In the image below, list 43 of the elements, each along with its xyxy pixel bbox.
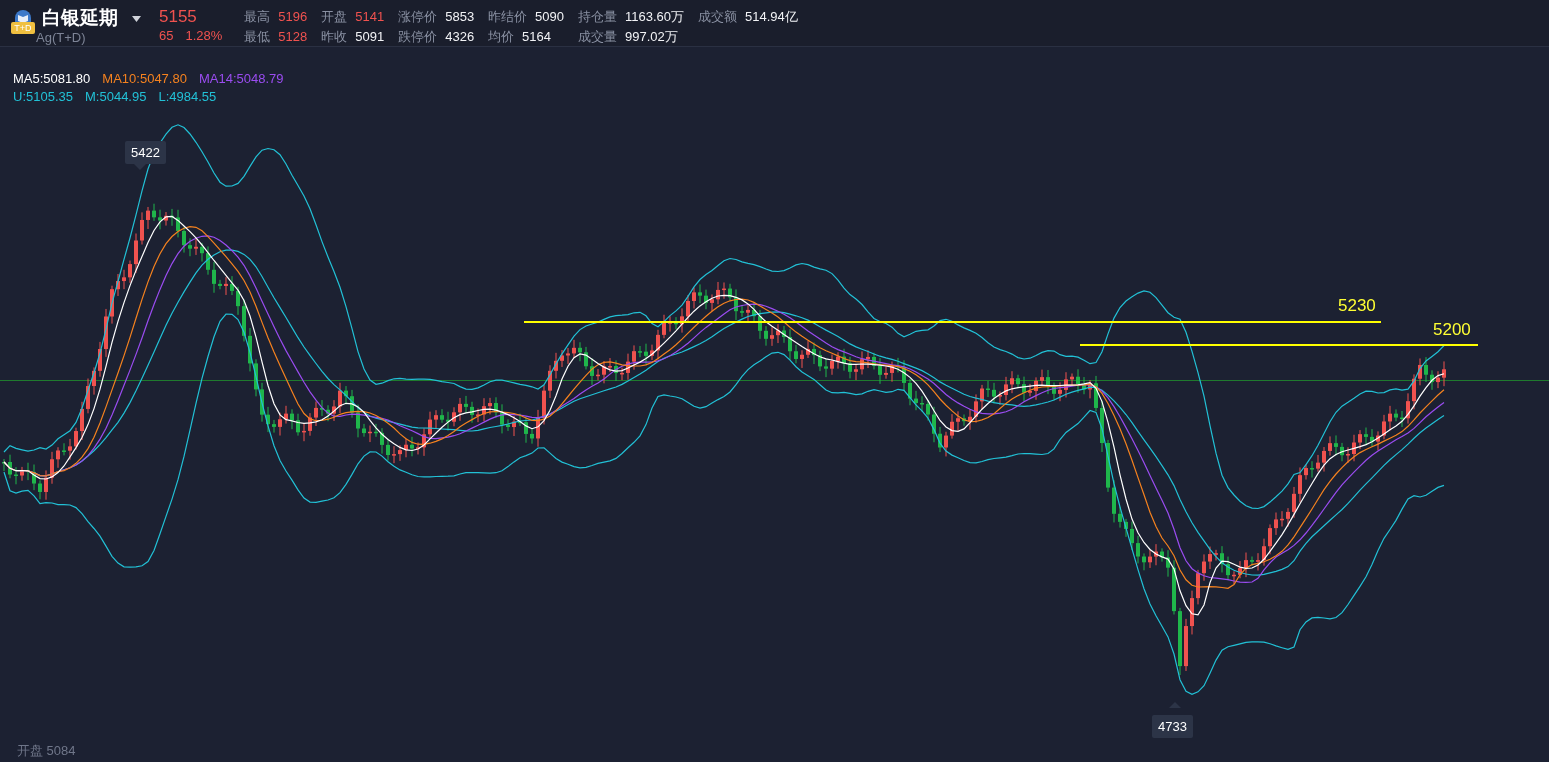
stat-value: 5196 bbox=[278, 9, 308, 25]
stat-value: 5853 bbox=[445, 9, 475, 25]
instrument-code: Ag(T+D) bbox=[36, 30, 87, 45]
stat-label: 最高 bbox=[244, 9, 271, 25]
stat-value: 5141 bbox=[355, 9, 385, 25]
tag-pointer-icon bbox=[134, 164, 146, 170]
stat-label: 涨停价 bbox=[398, 9, 438, 25]
stat-value: 997.02万 bbox=[625, 29, 678, 45]
level-line[interactable] bbox=[1079, 344, 1479, 346]
stat-label: 成交额 bbox=[698, 9, 738, 25]
level-line[interactable] bbox=[523, 321, 1382, 323]
percent-change: 1.28% bbox=[185, 28, 223, 43]
stat-value: 5090 bbox=[535, 9, 565, 25]
level-label: 5200 bbox=[1433, 320, 1471, 340]
indicator-value: MA5:5081.80 bbox=[13, 71, 91, 86]
stat-value: 4326 bbox=[445, 29, 475, 45]
stat-label: 昨收 bbox=[321, 29, 348, 45]
stat-label: 跌停价 bbox=[398, 29, 438, 45]
stat-label: 成交量 bbox=[578, 29, 618, 45]
stat-value: 1163.60万 bbox=[625, 9, 685, 25]
last-price: 5155 bbox=[159, 6, 198, 28]
indicator-value: U:5105.35 bbox=[13, 89, 73, 104]
stat-value: 5128 bbox=[278, 29, 308, 45]
low-price-tag: 4733 bbox=[1152, 715, 1193, 738]
instrument-name[interactable]: 白银延期 bbox=[42, 6, 126, 30]
stat-label: 持仓量 bbox=[578, 9, 618, 25]
stat-label: 最低 bbox=[244, 29, 271, 45]
stat-value: 514.94亿 bbox=[745, 9, 798, 25]
caret-icon[interactable] bbox=[132, 16, 141, 22]
stat-value: 5164 bbox=[522, 29, 552, 45]
indicator-value: L:4984.55 bbox=[158, 89, 217, 104]
stat-value: 5091 bbox=[355, 29, 385, 45]
logo-icon bbox=[15, 10, 31, 23]
stat-label: 开盘 bbox=[321, 9, 348, 25]
stat-label: 均价 bbox=[488, 29, 515, 45]
level-label: 5230 bbox=[1338, 296, 1376, 316]
logo-badge: T+D bbox=[11, 22, 35, 34]
open-price-label: 开盘 5084 bbox=[17, 742, 76, 760]
price-change: 65 bbox=[159, 28, 174, 43]
indicator-value: MA14:5048.79 bbox=[198, 71, 284, 86]
stat-label: 昨结价 bbox=[488, 9, 528, 25]
indicator-value: MA10:5047.80 bbox=[102, 71, 187, 86]
indicator-value: M:5044.95 bbox=[85, 89, 147, 104]
